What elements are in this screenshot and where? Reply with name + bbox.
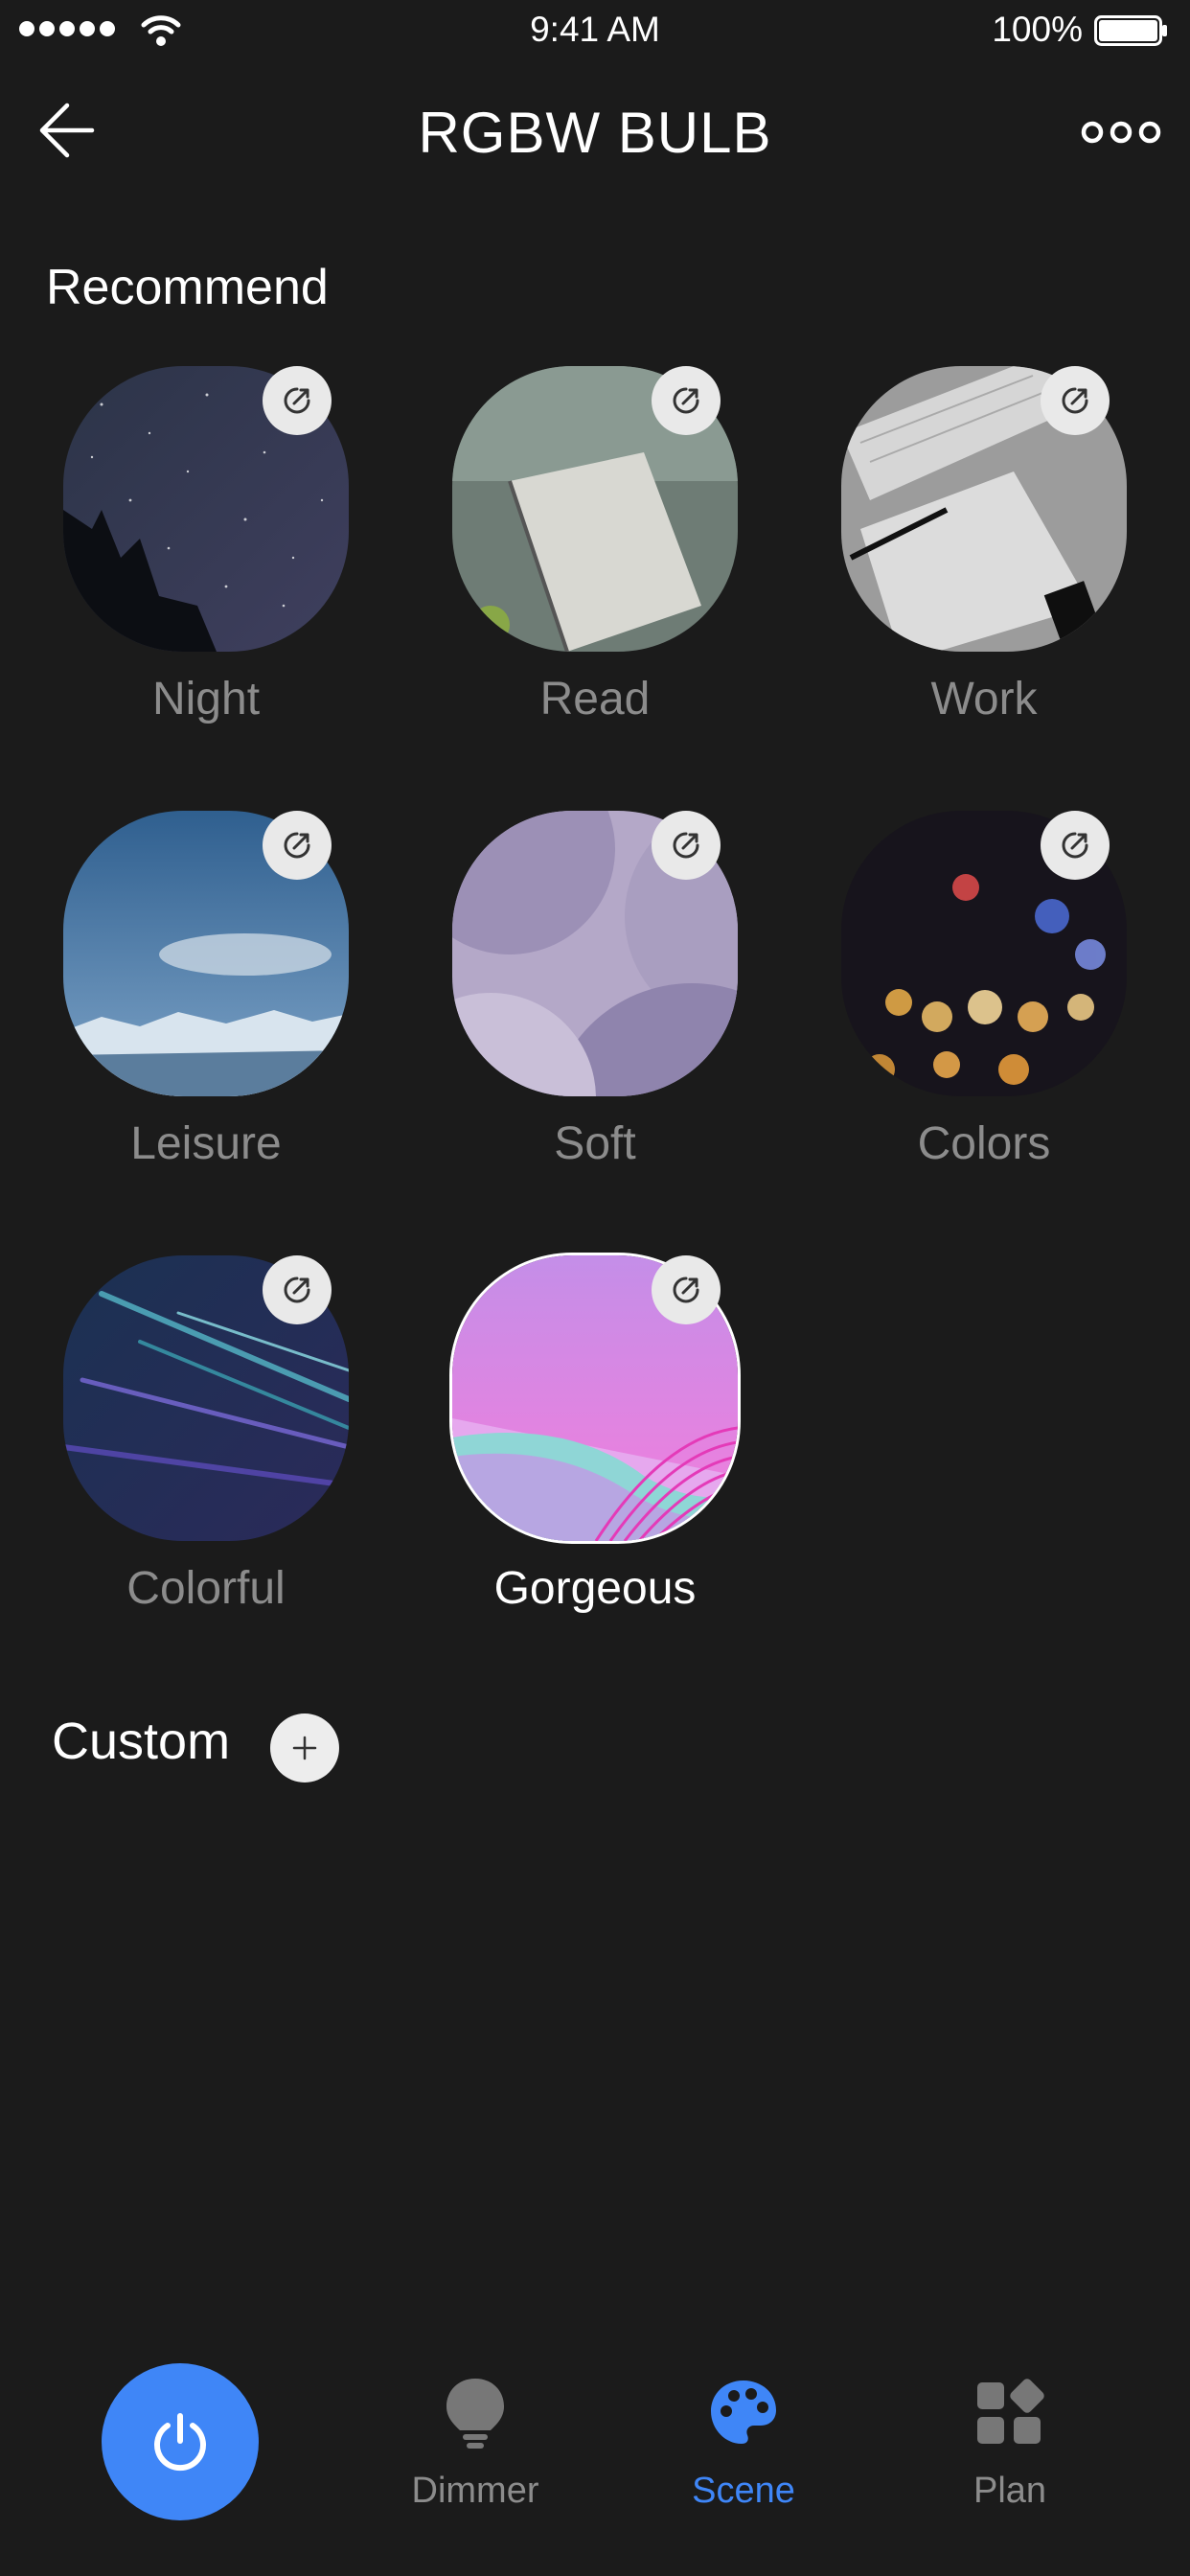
edit-icon bbox=[1062, 387, 1088, 414]
edit-scene-button[interactable] bbox=[652, 811, 721, 880]
scene-card-read[interactable]: Read bbox=[452, 366, 740, 724]
tab-dimmer[interactable]: Dimmer bbox=[379, 2371, 571, 2515]
tab-label: Plan bbox=[973, 2471, 1047, 2511]
scene-card-colorful[interactable]: Colorful bbox=[63, 1255, 351, 1614]
edit-scene-button[interactable] bbox=[263, 811, 332, 880]
scene-label: Colors bbox=[917, 1118, 1051, 1169]
palette-icon bbox=[711, 2380, 776, 2444]
scene-card-night[interactable]: Night bbox=[63, 366, 351, 724]
edit-scene-button[interactable] bbox=[652, 366, 721, 435]
page-title: RGBW BULB bbox=[418, 101, 772, 165]
tab-scene[interactable]: Scene bbox=[648, 2371, 839, 2515]
power-icon bbox=[154, 2413, 206, 2472]
edit-icon bbox=[673, 1276, 699, 1303]
grid-icon bbox=[977, 2379, 1044, 2444]
battery-percent: 100% bbox=[992, 10, 1083, 49]
tab-label: Scene bbox=[692, 2471, 795, 2511]
scene-label: Night bbox=[151, 674, 261, 724]
scene-label: Colorful bbox=[126, 1563, 286, 1614]
scene-card-work[interactable]: Work bbox=[841, 366, 1129, 724]
scene-label: Leisure bbox=[130, 1118, 282, 1169]
scene-card-leisure[interactable]: Leisure bbox=[63, 811, 351, 1169]
power-button[interactable] bbox=[102, 2363, 259, 2520]
edit-icon bbox=[284, 832, 310, 859]
edit-icon bbox=[673, 832, 699, 859]
scene-label: Read bbox=[539, 674, 651, 724]
status-bar: 9:41 AM 100% bbox=[0, 0, 1190, 61]
recommend-title: Recommend bbox=[46, 260, 329, 315]
add-custom-scene-button[interactable] bbox=[270, 1714, 339, 1782]
edit-icon bbox=[1062, 832, 1088, 859]
tab-plan[interactable]: Plan bbox=[914, 2371, 1106, 2515]
edit-scene-button[interactable] bbox=[1041, 366, 1110, 435]
scene-label: Work bbox=[930, 674, 1038, 724]
edit-icon bbox=[284, 1276, 310, 1303]
edit-icon bbox=[673, 387, 699, 414]
edit-scene-button[interactable] bbox=[1041, 811, 1110, 880]
scene-label: Gorgeous bbox=[493, 1563, 697, 1614]
custom-title: Custom bbox=[52, 1713, 231, 1770]
tab-label: Dimmer bbox=[411, 2471, 539, 2511]
edit-icon bbox=[284, 387, 310, 414]
more-options-icon[interactable] bbox=[1081, 115, 1161, 150]
scene-card-colors[interactable]: Colors bbox=[841, 811, 1129, 1169]
edit-scene-button[interactable] bbox=[263, 1255, 332, 1324]
battery-icon bbox=[1094, 15, 1167, 46]
edit-scene-button[interactable] bbox=[263, 366, 332, 435]
scene-card-gorgeous[interactable]: Gorgeous bbox=[452, 1255, 740, 1614]
scene-card-soft[interactable]: Soft bbox=[452, 811, 740, 1169]
edit-scene-button[interactable] bbox=[652, 1255, 721, 1324]
bulb-icon bbox=[446, 2379, 504, 2449]
plus-icon bbox=[292, 1736, 317, 1760]
scene-label: Soft bbox=[554, 1118, 636, 1169]
